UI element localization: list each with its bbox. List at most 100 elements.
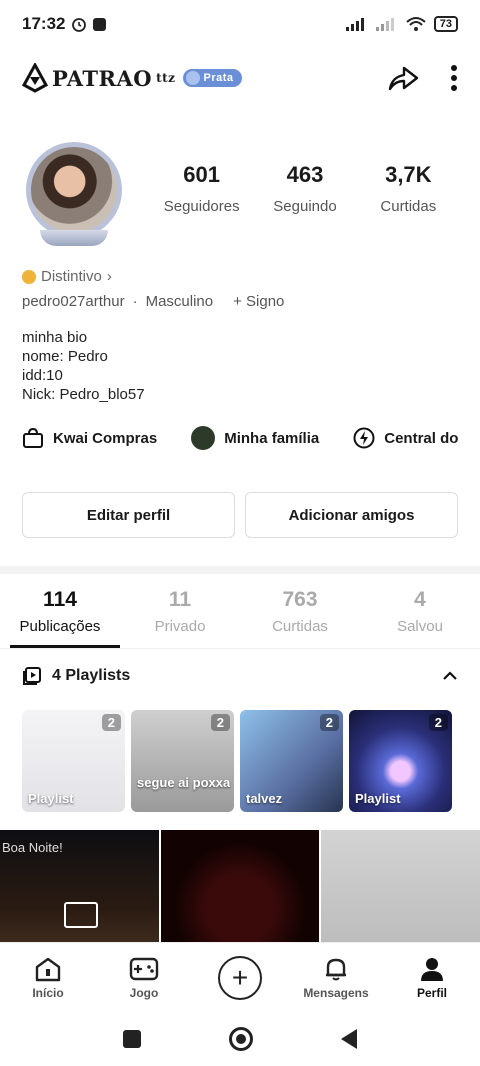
alarm-icon [72, 18, 87, 32]
more-options-icon[interactable] [450, 64, 458, 92]
link-kwai-compras[interactable]: Kwai Compras [22, 426, 157, 450]
playlist-row: 2 Playlist 2 segue ai poxxa 2 talvez 2 P… [22, 710, 452, 812]
avatar-frame-base [40, 230, 108, 246]
notification-icon [93, 17, 107, 31]
video-thumbnail[interactable]: Boa Noite! [0, 830, 159, 942]
link-minha-familia[interactable]: Minha família [191, 426, 319, 450]
bottom-nav: Início Jogo + Mensagens Perfil [0, 942, 480, 1012]
nav-label: Início [32, 985, 64, 1000]
profile-bio: minha bio nome: Pedro idd:10 Nick: Pedro… [22, 328, 145, 404]
back-button[interactable] [341, 1029, 357, 1049]
username: pedro027arthur [22, 293, 125, 310]
playlists-header[interactable]: 4 Playlists [22, 666, 458, 686]
add-friends-button[interactable]: Adicionar amigos [245, 492, 458, 538]
status-bar: 17:32 73 [0, 0, 480, 48]
playlist-icon [23, 667, 41, 685]
signal-2-icon [375, 18, 394, 31]
profile-logo: PATRAO ttz Prata [22, 63, 242, 93]
nav-label: Jogo [129, 985, 159, 1000]
profile-stats: 601 Seguidores 463 Seguindo 3,7K Curtida… [150, 162, 460, 215]
stat-followers[interactable]: 601 Seguidores [150, 162, 253, 215]
distintivo-label: Distintivo [41, 268, 102, 285]
avatar-photo [26, 142, 122, 238]
profile-topbar: PATRAO ttz Prata [0, 56, 480, 100]
section-divider [0, 566, 480, 574]
stat-following[interactable]: 463 Seguindo [253, 162, 356, 215]
stat-label: Seguidores [163, 198, 240, 215]
home-button[interactable] [229, 1027, 253, 1051]
tab-count: 11 [168, 588, 192, 611]
tab-label: Publicações [19, 618, 101, 635]
playlist-card[interactable]: 2 Playlist [22, 710, 125, 812]
stat-label: Curtidas [380, 198, 437, 215]
profile-meta: pedro027arthur · Masculino + Signo [22, 293, 284, 310]
tab-salvou[interactable]: 4 Salvou [360, 588, 480, 635]
recents-button[interactable] [123, 1030, 141, 1048]
home-icon [35, 957, 61, 981]
signal-icon [345, 18, 364, 31]
video-thumbnail[interactable] [160, 830, 320, 942]
playlist-card[interactable]: 2 Playlist [349, 710, 452, 812]
stat-value: 601 [183, 162, 221, 187]
rank-badge-icon [186, 71, 201, 85]
tab-count: 763 [282, 588, 318, 611]
playlist-card[interactable]: 2 talvez [240, 710, 343, 812]
badge-icon [22, 269, 36, 284]
link-central[interactable]: Central do [353, 426, 458, 450]
tab-publicacoes[interactable]: 114 Publicações [0, 588, 120, 635]
nav-game[interactable]: Jogo [96, 956, 192, 1000]
playlist-caption: Playlist [28, 791, 74, 806]
avatar[interactable] [18, 136, 130, 248]
add-sign-link[interactable]: + Signo [233, 293, 284, 310]
tab-count: 114 [43, 588, 77, 611]
distintivo-link[interactable]: Distintivo › [22, 268, 112, 285]
playlist-card[interactable]: 2 segue ai poxxa [131, 710, 234, 812]
quick-links: Kwai Compras Minha família Central do [22, 426, 480, 450]
playlist-caption: segue ai poxxa [137, 775, 231, 790]
link-label: Central do [384, 429, 459, 447]
game-controller-icon [129, 957, 159, 980]
playlists-title: 4 Playlists [52, 667, 131, 684]
nav-label: Perfil [416, 985, 447, 1000]
tab-label: Salvou [397, 618, 443, 635]
bio-line: Nick: Pedro_blo57 [22, 386, 145, 403]
logo-sup: ttz [156, 71, 176, 85]
playlist-count: 2 [319, 714, 339, 731]
logo-mark-icon [22, 63, 48, 93]
link-label: Kwai Compras [53, 429, 158, 447]
chevron-right-icon: › [106, 268, 112, 285]
video-thumbnail[interactable] [321, 830, 480, 942]
stat-label: Seguindo [273, 198, 337, 215]
logo-text: PATRAO [52, 65, 153, 91]
chevron-up-icon[interactable] [442, 671, 458, 681]
shopping-bag-icon [23, 427, 43, 448]
nav-home[interactable]: Início [0, 956, 96, 1000]
video-caption: Boa Noite! [2, 840, 63, 855]
tab-curtidas[interactable]: 763 Curtidas [240, 588, 360, 635]
nav-profile[interactable]: Perfil [384, 956, 480, 1000]
nav-messages[interactable]: Mensagens [288, 956, 384, 1000]
system-nav [0, 1012, 480, 1066]
meta-separator: · [132, 293, 138, 310]
tabs-divider [0, 648, 480, 649]
edit-profile-button[interactable]: Editar perfil [22, 492, 235, 538]
playlist-count: 2 [428, 714, 448, 731]
battery-indicator: 73 [433, 16, 458, 32]
nav-create[interactable]: + [192, 955, 288, 1000]
tab-privado[interactable]: 11 Privado [120, 588, 240, 635]
tab-label: Privado [154, 618, 206, 635]
playlist-count: 2 [210, 714, 230, 731]
stat-value: 3,7K [385, 162, 432, 187]
profile-actions: Editar perfil Adicionar amigos [22, 492, 458, 538]
gender: Masculino [145, 293, 214, 310]
bio-line: nome: Pedro [22, 348, 108, 365]
playlist-caption: talvez [246, 791, 283, 806]
content-tabs: 114 Publicações 11 Privado 763 Curtidas … [0, 588, 480, 635]
family-avatar [191, 426, 216, 450]
playlist-count: 2 [101, 714, 121, 731]
rank-badge[interactable]: Prata [183, 69, 242, 87]
share-icon[interactable] [386, 63, 420, 93]
plus-icon: + [218, 955, 262, 1000]
tab-label: Curtidas [272, 618, 328, 635]
stat-likes[interactable]: 3,7K Curtidas [357, 162, 460, 215]
